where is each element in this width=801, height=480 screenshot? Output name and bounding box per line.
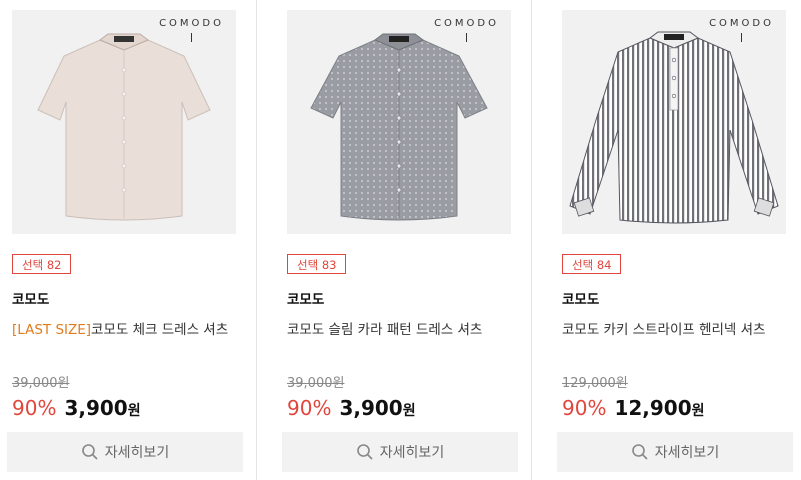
brand-logo-text: COMODO (434, 18, 499, 29)
discount-rate: 90% (287, 396, 332, 420)
product-image[interactable]: COMODO (287, 10, 511, 234)
product-title-text: 코모도 체크 드레스 셔츠 (91, 322, 229, 338)
brand-logo-text: COMODO (159, 18, 224, 29)
search-icon (356, 444, 373, 460)
currency-unit: 원 (402, 403, 416, 419)
search-icon (631, 444, 648, 460)
brand-name: 코모도 (287, 292, 325, 308)
last-size-tag: [LAST SIZE] (12, 322, 92, 338)
original-price: 39,000원 (12, 376, 70, 391)
product-card[interactable]: COMODO 선택 84 코모도 코모도 카키 스트라이프 헨리넥 셔츠 129… (557, 0, 793, 480)
view-details-label: 자세히보기 (104, 445, 170, 461)
product-title[interactable]: 코모도 카키 스트라이프 헨리넥 셔츠 (562, 318, 765, 338)
product-title-text: 코모도 카키 스트라이프 헨리넥 셔츠 (562, 322, 766, 338)
brand-name: 코모도 (12, 292, 50, 308)
sale-price: 12,900 (614, 396, 692, 420)
sale-price: 3,900 (64, 396, 128, 420)
brand-logo: COMODO (434, 18, 499, 42)
brand-logo-text: COMODO (709, 18, 774, 29)
original-price: 39,000원 (287, 376, 345, 391)
price-row: 90% 3,900원 (287, 396, 416, 420)
view-details-label: 자세히보기 (654, 445, 720, 461)
product-image[interactable]: COMODO (12, 10, 236, 234)
brand-logo: COMODO (709, 18, 774, 42)
sale-price: 3,900 (339, 396, 403, 420)
discount-rate: 90% (562, 396, 607, 420)
view-details-button[interactable]: 자세히보기 (7, 432, 243, 472)
product-title[interactable]: [LAST SIZE]코모도 체크 드레스 셔츠 (12, 318, 228, 338)
view-details-label: 자세히보기 (379, 445, 445, 461)
product-image[interactable]: COMODO (562, 10, 786, 234)
selection-badge: 선택 83 (287, 254, 347, 274)
search-icon (81, 444, 98, 460)
selection-badge: 선택 84 (562, 254, 622, 274)
currency-unit: 원 (127, 403, 141, 419)
brand-name: 코모도 (562, 292, 600, 308)
short-sleeve-shirt-image (37, 33, 211, 221)
product-title-text: 코모도 슬림 카라 패턴 드레스 셔츠 (287, 322, 483, 338)
short-sleeve-shirt-image (310, 33, 488, 221)
product-card[interactable]: COMODO 선택 83 코모도 코모도 슬림 카라 패턴 드레스 셔츠 39,… (282, 0, 518, 480)
product-title[interactable]: 코모도 슬림 카라 패턴 드레스 셔츠 (287, 318, 482, 338)
currency-unit: 원 (691, 403, 705, 419)
column-divider (256, 0, 257, 480)
view-details-button[interactable]: 자세히보기 (557, 432, 793, 472)
long-sleeve-striped-shirt-image (569, 31, 779, 224)
original-price: 129,000원 (562, 376, 628, 391)
price-row: 90% 3,900원 (12, 396, 141, 420)
column-divider (531, 0, 532, 480)
product-card[interactable]: COMODO 선택 82 코모도 [LAST SIZE]코모도 체크 드레스 셔… (7, 0, 243, 480)
brand-logo: COMODO (159, 18, 224, 42)
selection-badge: 선택 82 (12, 254, 72, 274)
price-row: 90% 12,900원 (562, 396, 705, 420)
view-details-button[interactable]: 자세히보기 (282, 432, 518, 472)
discount-rate: 90% (12, 396, 57, 420)
